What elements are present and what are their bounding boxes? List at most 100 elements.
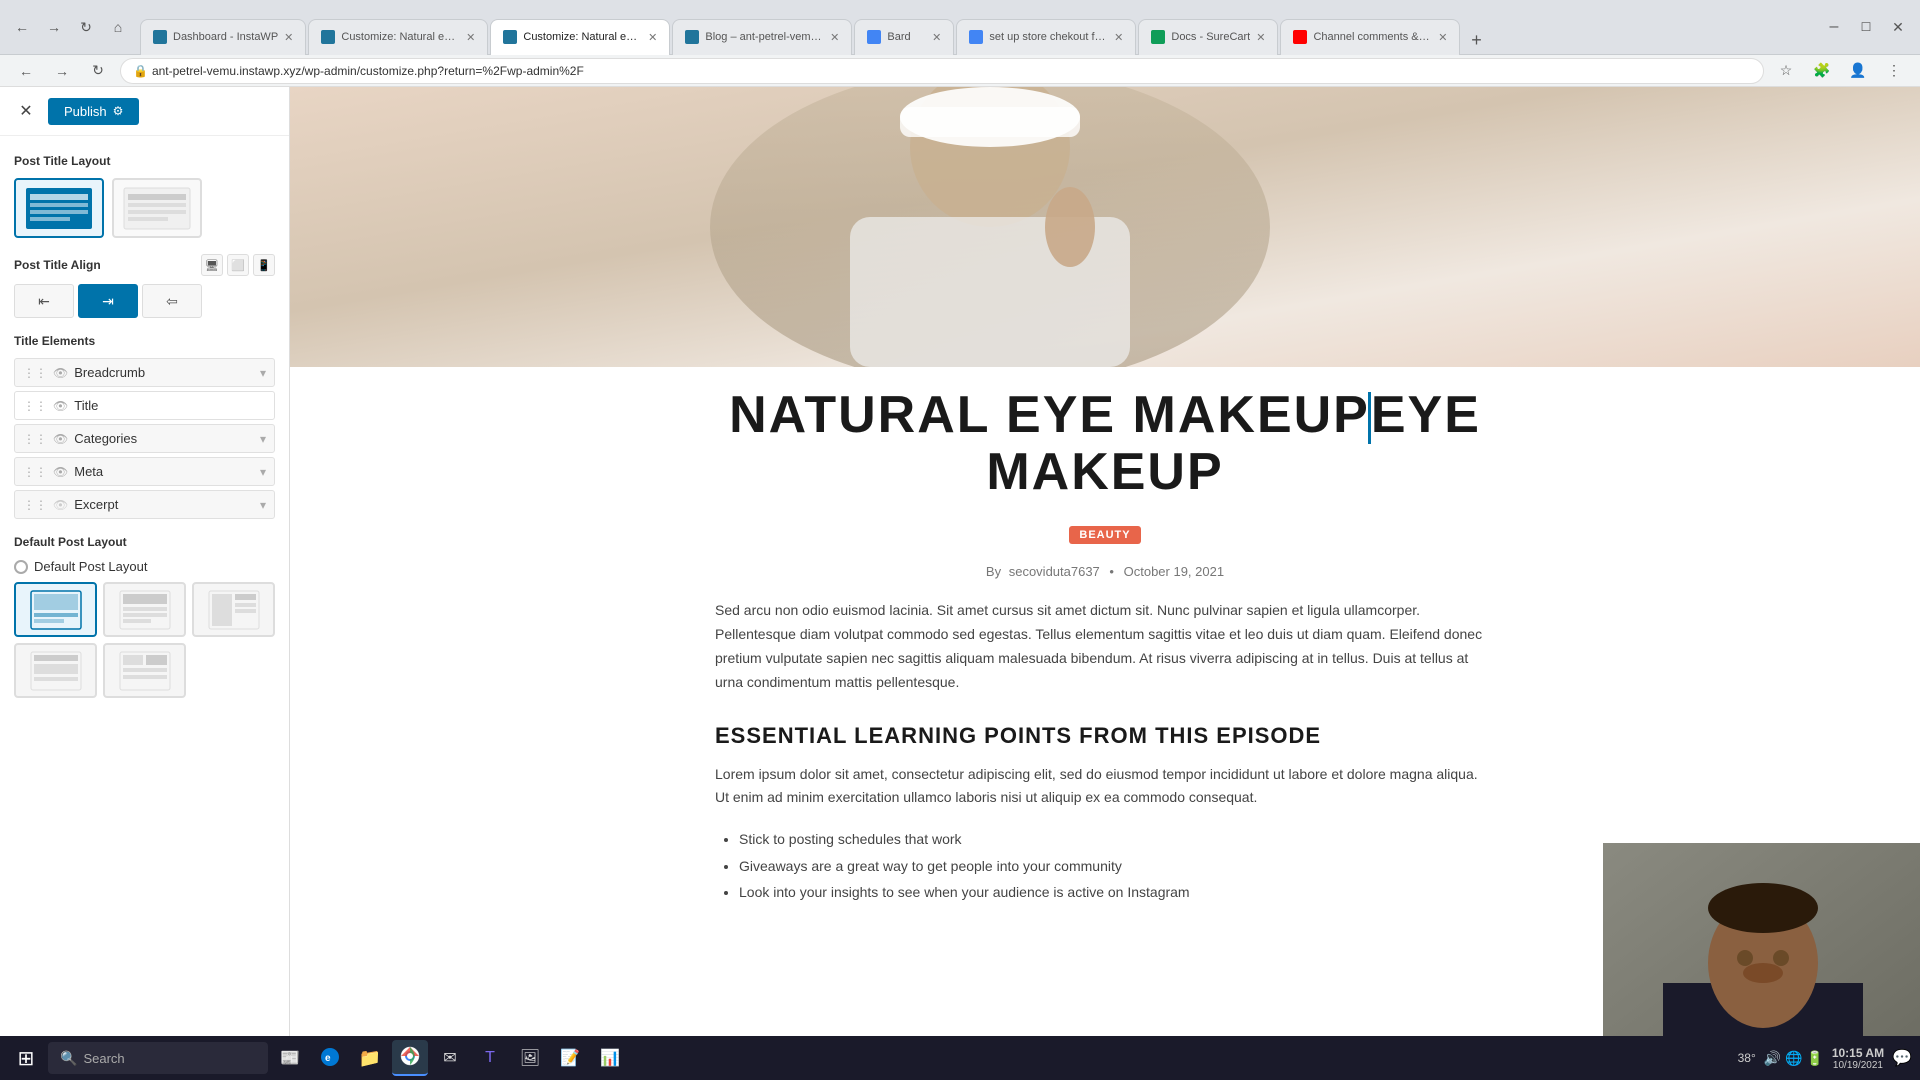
tab-close-icon[interactable]: ✕ [830,31,839,44]
tab-close-icon[interactable]: ✕ [284,31,293,44]
title-element-excerpt[interactable]: ⋮⋮ 👁 Excerpt ▾ [14,490,275,519]
publish-button[interactable]: Publish ⚙ [48,98,139,125]
chevron-down-icon[interactable]: ▾ [260,498,266,512]
eye-icon[interactable]: 👁 [53,399,68,413]
maximize-button[interactable]: ☐ [1852,13,1880,41]
chevron-down-icon[interactable]: ▾ [260,465,266,479]
edge-button[interactable]: e [312,1040,348,1076]
layout-card-2[interactable] [112,178,202,238]
search-icon: 🔍 [60,1050,77,1067]
layout-card-1[interactable] [14,178,104,238]
tab-favicon [969,30,983,44]
tab-label: Dashboard - InstaWP [173,31,278,43]
minimize-button[interactable]: – [1820,13,1848,41]
edge-icon: e [320,1047,340,1067]
default-layout-thumb-3[interactable] [192,582,275,637]
tray-icons: 🔊 🌐 🔋 [1764,1050,1824,1067]
align-right-button[interactable]: ⇦ [142,284,202,318]
align-center-button[interactable]: ⇥ [78,284,138,318]
taskbar-search[interactable]: 🔍 Search [48,1042,268,1074]
align-buttons: ⇤ ⇥ ⇦ [14,284,275,318]
desktop-icon[interactable]: 🖥 [201,254,223,276]
forward-btn2[interactable]: → [48,57,76,85]
notification-icon[interactable]: 💬 [1892,1048,1912,1068]
eye-icon[interactable]: 👁 [53,432,68,446]
tab-dashboard[interactable]: Dashboard - InstaWP ✕ [140,19,306,55]
tab-favicon [1151,30,1165,44]
file-explorer-button[interactable]: 📁 [352,1040,388,1076]
tab-label: Channel comments & m... [1313,31,1432,43]
tab-docs[interactable]: Docs - SureCart ✕ [1138,19,1278,55]
layout-card-1-icon [24,186,94,231]
tab-close-icon[interactable]: ✕ [648,31,657,44]
news-button[interactable]: 📰 [272,1040,308,1076]
title-elements-section: Title Elements ⋮⋮ 👁 Breadcrumb ▾ ⋮⋮ 👁 Ti… [14,334,275,519]
reload-button[interactable]: ↻ [72,13,100,41]
menu-btn[interactable]: ⋮ [1880,57,1908,85]
tab-close-icon[interactable]: ✕ [466,31,475,44]
align-left-button[interactable]: ⇤ [14,284,74,318]
default-layout-thumb-1[interactable] [14,582,97,637]
back-btn2[interactable]: ← [12,57,40,85]
chevron-down-icon[interactable]: ▾ [260,432,266,446]
close-window-button[interactable]: ✕ [1884,13,1912,41]
mobile-icon[interactable]: 📱 [253,254,275,276]
title-element-categories[interactable]: ⋮⋮ 👁 Categories ▾ [14,424,275,453]
default-layout-thumb-5[interactable] [103,643,186,698]
title-element-breadcrumb[interactable]: ⋮⋮ 👁 Breadcrumb ▾ [14,358,275,387]
meta-dot: • [1109,564,1114,579]
post-title-layout-cards [14,178,275,238]
outlook-button[interactable]: ✉ [432,1040,468,1076]
back-button[interactable]: ← [8,13,36,41]
extensions-btn[interactable]: 🧩 [1808,57,1836,85]
default-layout-toggle[interactable]: Default Post Layout [14,559,275,574]
tab-bard[interactable]: Bard ✕ [854,19,954,55]
article-list: Stick to posting schedules that work Giv… [715,826,1495,906]
tab-close-icon[interactable]: ✕ [932,31,941,44]
tab-blog[interactable]: Blog – ant-petrel-vemu... ✕ [672,19,852,55]
drag-handle-icon: ⋮⋮ [23,399,47,413]
start-button[interactable]: ⊞ [8,1040,44,1076]
breadcrumb-label: Breadcrumb [74,365,254,380]
clock-time: 10:15 AM [1832,1046,1884,1060]
badge-wrapper: BEAUTY [715,525,1495,554]
teams-button[interactable]: T [472,1040,508,1076]
tab-customize2[interactable]: Customize: Natural eye m... ✕ [490,19,670,55]
customizer-close-button[interactable]: ✕ [12,97,40,125]
new-tab-button[interactable]: + [1462,27,1490,55]
eye-icon[interactable]: 👁 [53,465,68,479]
eye-icon[interactable]: 👁 [53,366,68,380]
tab-close-icon[interactable]: ✕ [1438,31,1447,44]
bookmark-btn[interactable]: ☆ [1772,57,1800,85]
hero-svg [290,87,1920,367]
customizer-content[interactable]: Post Title Layout [0,136,289,1037]
reload-btn2[interactable]: ↻ [84,57,112,85]
tab-close-icon[interactable]: ✕ [1114,31,1123,44]
tablet-icon[interactable]: ⬜ [227,254,249,276]
chrome-button[interactable] [392,1040,428,1076]
chevron-down-icon[interactable]: ▾ [260,366,266,380]
forward-button[interactable]: → [40,13,68,41]
profile-btn[interactable]: 👤 [1844,57,1872,85]
tabs-bar: Dashboard - InstaWP ✕ Customize: Natural… [140,0,1808,55]
tab-customize1[interactable]: Customize: Natural eye m... ✕ [308,19,488,55]
home-button[interactable]: ⌂ [104,13,132,41]
default-layout-thumb-2[interactable] [103,582,186,637]
default-layout-thumb-4[interactable] [14,643,97,698]
notepad-button[interactable]: 📝 [552,1040,588,1076]
address-bar[interactable]: 🔒 ant-petrel-vemu.instawp.xyz/wp-admin/c… [120,58,1764,84]
tab-close-icon[interactable]: ✕ [1256,31,1265,44]
title-element-title[interactable]: ⋮⋮ 👁 Title [14,391,275,420]
title-element-meta[interactable]: ⋮⋮ 👁 Meta ▾ [14,457,275,486]
layout-card-2-icon [122,186,192,231]
taskmanager-button[interactable]: 📊 [592,1040,628,1076]
photos-button[interactable]: 🖼 [512,1040,548,1076]
tab-google[interactable]: set up store chekout form... ✕ [956,19,1136,55]
preview-area[interactable]: NATURAL EYE MAKEUPEYE MAKEUP BEAUTY By s… [290,87,1920,1080]
publish-label: Publish [64,104,107,119]
article-date: October 19, 2021 [1124,564,1224,579]
tab-youtube[interactable]: Channel comments & m... ✕ [1280,19,1460,55]
eye-icon[interactable]: 👁 [53,498,68,512]
browser-chrome: ← → ↻ ⌂ Dashboard - InstaWP ✕ Customize:… [0,0,1920,55]
svg-text:e: e [325,1053,331,1064]
